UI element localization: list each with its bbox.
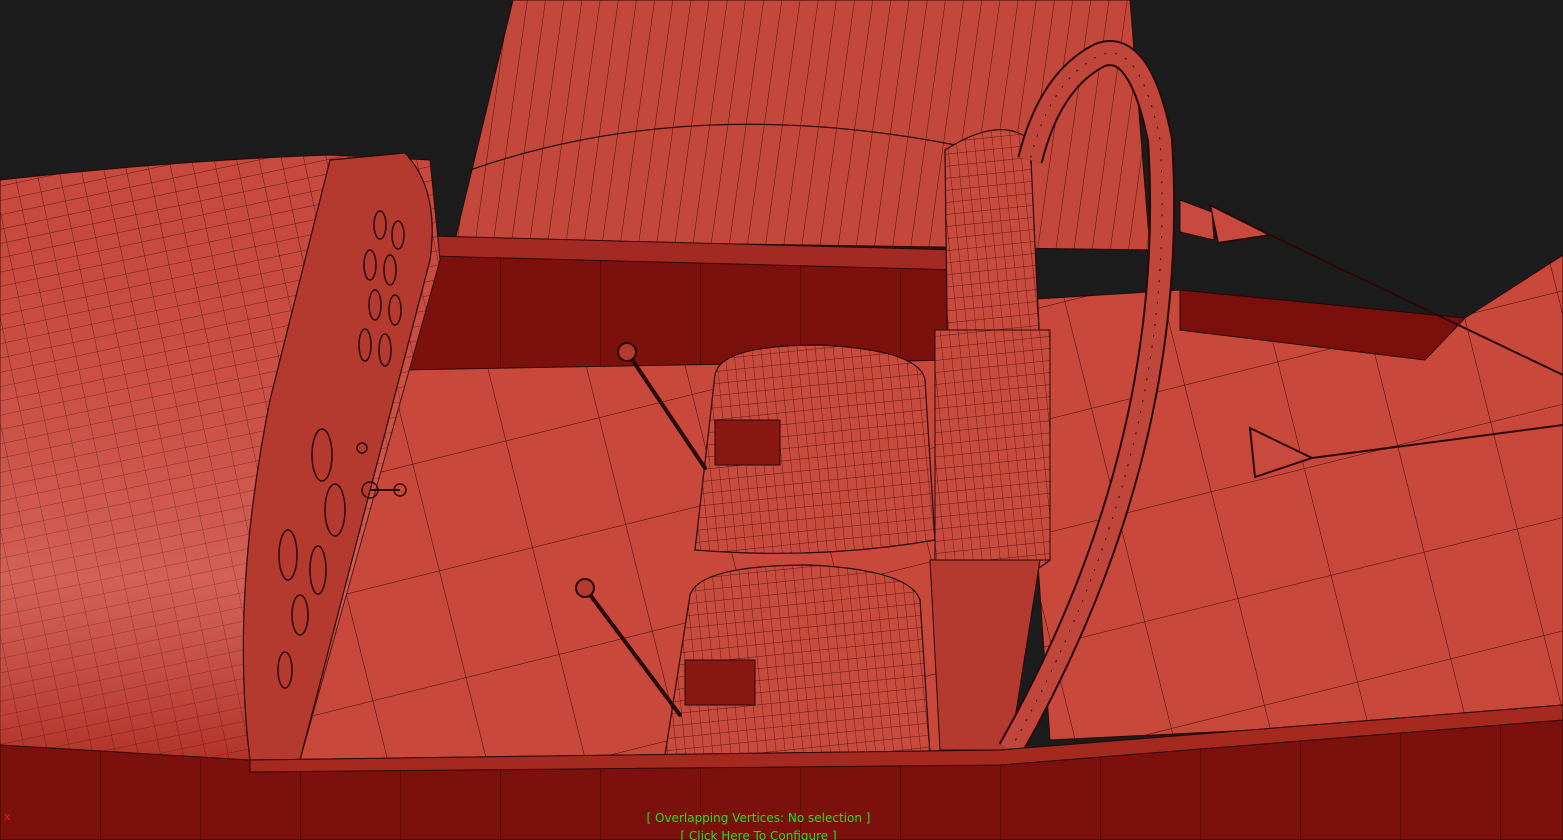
wireframe-cockpit-model[interactable]	[0, 0, 1563, 840]
front-seat-lower	[664, 564, 931, 759]
3d-viewport[interactable]: x [ Overlapping Vertices: No selection ]…	[0, 0, 1563, 840]
front-seat-upper	[694, 344, 936, 554]
configure-link[interactable]: [ Click Here To Configure ]	[0, 829, 1540, 840]
overlapping-vertices-status: [ Overlapping Vertices: No selection ]	[646, 811, 871, 825]
